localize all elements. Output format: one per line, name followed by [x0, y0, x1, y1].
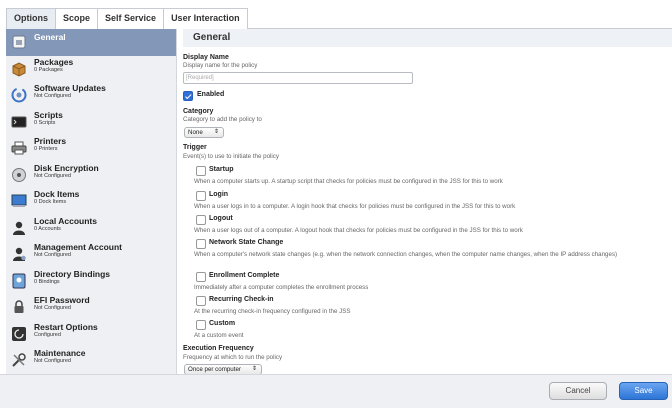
- cancel-button[interactable]: Cancel: [549, 382, 607, 400]
- sidebar-item-packages[interactable]: Packages 0 Packages: [6, 56, 176, 83]
- trigger-startup-label: Startup: [209, 166, 234, 173]
- tab-self-service[interactable]: Self Service: [97, 8, 165, 29]
- trigger-network-state-checkbox[interactable]: [196, 239, 206, 249]
- sidebar-item-local-accounts[interactable]: Local Accounts 0 Accounts: [6, 215, 176, 242]
- tab-bar: Options Scope Self Service User Interact…: [6, 8, 672, 29]
- tab-user-interaction[interactable]: User Interaction: [163, 8, 248, 29]
- tab-options[interactable]: Options: [6, 8, 56, 29]
- category-select[interactable]: None ⇕: [184, 127, 224, 138]
- trigger-network-state-label: Network State Change: [209, 239, 284, 246]
- directory-icon: [12, 273, 26, 288]
- sidebar-item-software-updates[interactable]: Software Updates Not Configured: [6, 82, 176, 109]
- sidebar-item-scripts[interactable]: Scripts 0 Scripts: [6, 109, 176, 136]
- trigger-logout-desc: When a user logs out of a computer. A lo…: [194, 227, 523, 234]
- dock-icon: [11, 194, 27, 207]
- sidebar-item-label: Dock Items: [34, 189, 80, 199]
- sidebar-item-directory-bindings[interactable]: Directory Bindings 0 Bindings: [6, 268, 176, 295]
- user-icon: [13, 221, 25, 235]
- sidebar-item-sub: Not Configured: [34, 93, 71, 99]
- software-update-icon: [11, 87, 27, 103]
- trigger-network-state-desc: When a computer's network state changes …: [194, 251, 618, 258]
- trigger-login-label: Login: [209, 191, 229, 198]
- page-title: General: [183, 29, 672, 47]
- enabled-checkbox[interactable]: [183, 91, 193, 101]
- admin-user-icon: [13, 247, 26, 261]
- sidebar-item-disk-encryption[interactable]: Disk Encryption Not Configured: [6, 162, 176, 189]
- sidebar-item-label: Disk Encryption: [34, 162, 99, 173]
- display-name-input[interactable]: [Required]: [183, 72, 413, 84]
- trigger-enrollment-label: Enrollment Complete: [209, 272, 280, 279]
- sidebar-item-label: Directory Bindings: [34, 268, 111, 279]
- trigger-login-desc: When a user logs in to a computer. A log…: [194, 203, 516, 210]
- lock-icon: [14, 300, 24, 313]
- restart-icon: [12, 326, 26, 341]
- trigger-login-checkbox[interactable]: [196, 191, 206, 201]
- sidebar-item-sub: Not Configured: [34, 358, 71, 364]
- trigger-startup-checkbox[interactable]: [196, 166, 206, 176]
- category-label: Category: [183, 108, 214, 115]
- sidebar-item-label: Management Account: [34, 242, 123, 252]
- trigger-startup-desc: When a computer starts up. A startup scr…: [194, 178, 503, 185]
- sidebar-item-sub: 0 Dock Items: [34, 199, 67, 205]
- script-icon: [11, 116, 27, 127]
- sidebar-item-efi-password[interactable]: EFI Password Not Configured: [6, 294, 176, 321]
- sidebar: General Packages 0 Packages Software Upd…: [6, 29, 177, 374]
- display-name-desc: Display name for the policy: [183, 62, 258, 69]
- trigger-label: Trigger: [183, 144, 207, 151]
- sidebar-item-restart-options[interactable]: Restart Options Configured: [6, 321, 176, 348]
- tools-icon: [12, 353, 26, 367]
- sidebar-item-label: General: [34, 32, 66, 42]
- sidebar-item-label: Local Accounts: [34, 215, 97, 226]
- tab-scope[interactable]: Scope: [55, 8, 99, 29]
- sidebar-item-management-account[interactable]: Management Account Not Configured: [6, 241, 176, 268]
- sidebar-item-sub: Not Configured: [34, 305, 71, 311]
- sidebar-item-label: Maintenance: [34, 348, 86, 358]
- stepper-icon: ⇕: [213, 129, 219, 135]
- trigger-custom-desc: At a custom event: [194, 332, 244, 339]
- general-icon: [12, 35, 26, 49]
- trigger-custom-checkbox[interactable]: [196, 320, 206, 330]
- sidebar-item-sub: Configured: [34, 331, 61, 338]
- sidebar-item-label: Scripts: [34, 109, 63, 120]
- sidebar-item-sub: 0 Accounts: [34, 225, 61, 232]
- trigger-enrollment-desc: Immediately after a computer completes t…: [194, 284, 369, 291]
- package-icon: [12, 61, 26, 77]
- frequency-desc: Frequency at which to run the policy: [183, 354, 283, 361]
- printer-icon: [11, 141, 27, 155]
- trigger-logout-label: Logout: [209, 215, 233, 222]
- sidebar-item-sub: Not Configured: [34, 172, 71, 179]
- trigger-enrollment-checkbox[interactable]: [196, 272, 206, 282]
- frequency-label: Execution Frequency: [183, 345, 254, 352]
- trigger-recurring-label: Recurring Check-in: [209, 296, 274, 303]
- sidebar-item-printers[interactable]: Printers 0 Printers: [6, 135, 176, 162]
- trigger-logout-checkbox[interactable]: [196, 215, 206, 225]
- sidebar-item-label: Packages: [34, 56, 74, 67]
- category-value: None: [188, 129, 203, 136]
- sidebar-item-maintenance[interactable]: Maintenance Not Configured: [6, 347, 176, 374]
- trigger-recurring-checkbox[interactable]: [196, 296, 206, 306]
- save-button[interactable]: Save: [619, 382, 668, 400]
- trigger-recurring-desc: At the recurring check-in frequency conf…: [194, 308, 351, 315]
- sidebar-item-sub: 0 Packages: [34, 66, 63, 73]
- category-desc: Category to add the policy to: [183, 116, 262, 123]
- sidebar-item-sub: 0 Scripts: [34, 119, 56, 126]
- sidebar-item-label: Software Updates: [34, 83, 106, 93]
- sidebar-item-label: EFI Password: [34, 295, 90, 305]
- enabled-label: Enabled: [197, 91, 225, 98]
- trigger-custom-label: Custom: [209, 320, 236, 327]
- display-name-label: Display Name: [183, 54, 229, 61]
- sidebar-item-sub: 0 Bindings: [34, 278, 60, 285]
- sidebar-item-label: Restart Options: [34, 321, 98, 332]
- frequency-value: Once per computer: [188, 366, 241, 373]
- sidebar-item-sub: 0 Printers: [34, 146, 58, 152]
- sidebar-item-sub: Not Configured: [34, 252, 71, 258]
- main-panel: General Display Name Display name for th…: [183, 29, 672, 375]
- sidebar-item-dock-items[interactable]: Dock Items 0 Dock Items: [6, 188, 176, 215]
- disk-icon: [12, 167, 26, 182]
- sidebar-item-general[interactable]: General: [6, 29, 176, 56]
- trigger-desc: Event(s) to use to initiate the policy: [183, 153, 279, 160]
- stepper-icon: ⇕: [251, 366, 257, 372]
- sidebar-item-label: Printers: [34, 136, 67, 146]
